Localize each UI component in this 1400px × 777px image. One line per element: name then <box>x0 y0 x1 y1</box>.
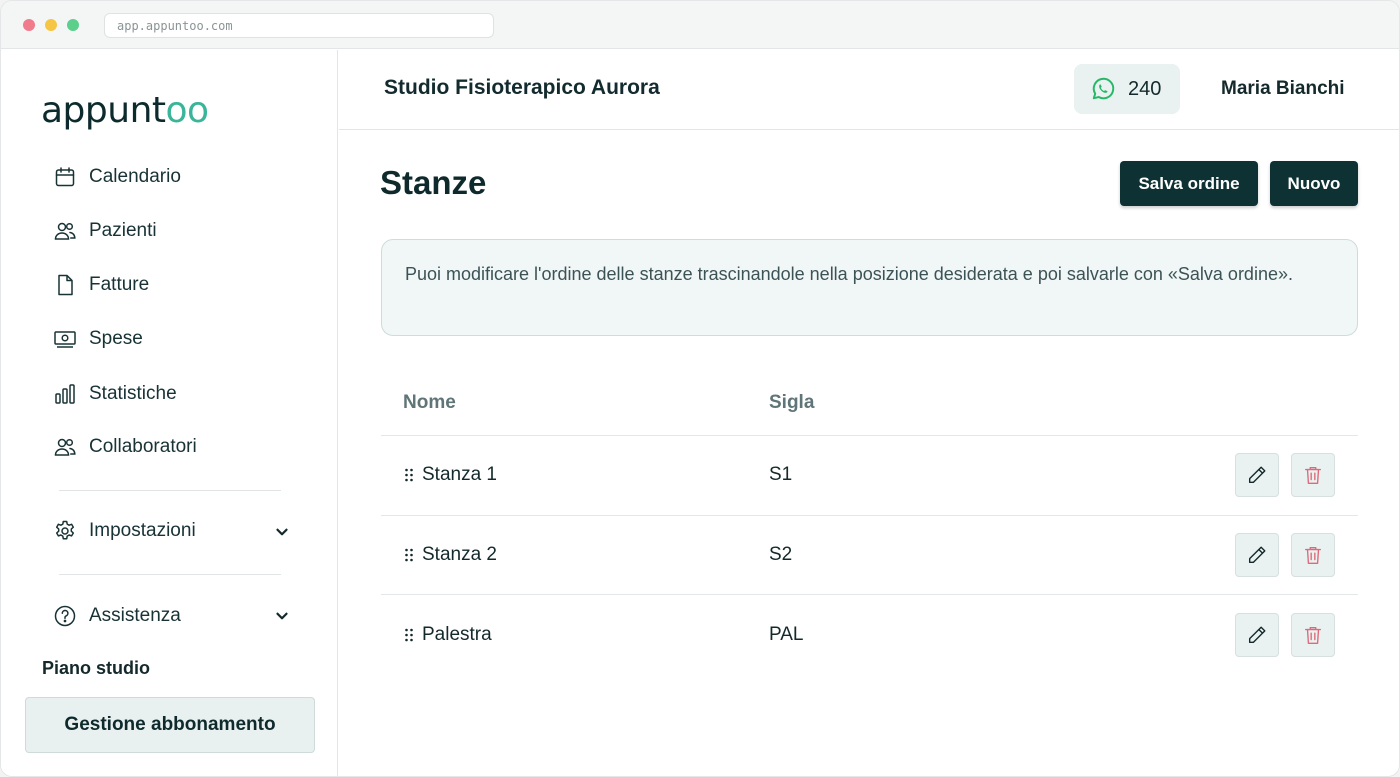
column-header-code[interactable]: Sigla <box>769 392 814 414</box>
logo-accent: oo <box>165 90 210 131</box>
minimize-window-button[interactable] <box>45 19 57 31</box>
room-name: Palestra <box>422 624 492 645</box>
chevron-down-icon[interactable] <box>273 523 291 541</box>
manage-subscription-button[interactable]: Gestione abbonamento <box>25 697 315 753</box>
address-bar[interactable]: app.appuntoo.com <box>104 13 494 38</box>
sidebar-item-label: Calendario <box>89 166 181 187</box>
pencil-icon <box>1248 626 1266 644</box>
table-divider <box>381 515 1358 516</box>
top-header: Studio Fisioterapico Aurora 240 Maria Bi… <box>339 50 1399 130</box>
sidebar-item-label: Impostazioni <box>89 520 196 541</box>
trash-icon <box>1304 626 1322 644</box>
question-circle-icon <box>54 605 76 627</box>
room-code: S1 <box>769 464 793 485</box>
calendar-icon <box>55 167 75 187</box>
new-room-button[interactable]: Nuovo <box>1270 161 1358 206</box>
sidebar-item-label: Statistiche <box>89 383 177 404</box>
whatsapp-count: 240 <box>1128 77 1162 100</box>
trash-icon <box>1304 466 1322 484</box>
sidebar: appuntoo Calendario Pazienti Fatture Spe… <box>1 50 338 776</box>
sidebar-item-label: Assistenza <box>89 605 181 626</box>
maximize-window-button[interactable] <box>67 19 79 31</box>
info-message: Puoi modificare l'ordine delle stanze tr… <box>381 239 1358 336</box>
whatsapp-icon <box>1092 77 1115 100</box>
sidebar-item-fatture[interactable]: Fatture <box>53 270 149 300</box>
drag-handle-icon[interactable] <box>404 628 414 642</box>
delete-button[interactable] <box>1291 533 1335 577</box>
sidebar-item-label: Collaboratori <box>89 436 197 457</box>
sidebar-item-impostazioni[interactable]: Impostazioni <box>53 516 196 546</box>
users-icon <box>54 438 76 456</box>
delete-button[interactable] <box>1291 613 1335 657</box>
room-code: PAL <box>769 624 804 645</box>
page-title: Stanze <box>380 164 487 201</box>
browser-titlebar: app.appuntoo.com <box>1 1 1399 49</box>
room-name: Stanza 1 <box>422 464 497 485</box>
logo-text: appunt <box>41 90 166 131</box>
sidebar-divider <box>59 574 281 575</box>
edit-button[interactable] <box>1235 533 1279 577</box>
trash-icon <box>1304 546 1322 564</box>
users-icon <box>54 222 76 240</box>
pencil-icon <box>1248 546 1266 564</box>
plan-label: Piano studio <box>42 658 150 678</box>
studio-name: Studio Fisioterapico Aurora <box>384 76 660 99</box>
sidebar-item-label: Pazienti <box>89 220 157 241</box>
sidebar-item-statistiche[interactable]: Statistiche <box>53 379 177 409</box>
table-divider <box>381 594 1358 595</box>
chevron-down-icon[interactable] <box>273 607 291 625</box>
delete-button[interactable] <box>1291 453 1335 497</box>
table-divider <box>381 435 1358 436</box>
edit-button[interactable] <box>1235 453 1279 497</box>
drag-handle-icon[interactable] <box>404 548 414 562</box>
drag-handle-icon[interactable] <box>404 468 414 482</box>
sidebar-item-calendario[interactable]: Calendario <box>53 162 181 192</box>
appuntoo-logo[interactable]: appuntoo <box>41 90 209 131</box>
sidebar-item-label: Fatture <box>89 274 150 295</box>
sidebar-item-collaboratori[interactable]: Collaboratori <box>53 432 197 462</box>
sidebar-item-assistenza[interactable]: Assistenza <box>53 601 181 631</box>
pencil-icon <box>1248 466 1266 484</box>
sidebar-item-label: Spese <box>89 328 143 349</box>
bar-chart-icon <box>55 384 75 404</box>
browser-window: app.appuntoo.com appuntoo Calendario Paz… <box>0 0 1400 777</box>
column-header-name[interactable]: Nome <box>403 392 456 414</box>
close-window-button[interactable] <box>23 19 35 31</box>
sidebar-item-spese[interactable]: Spese <box>53 324 143 354</box>
save-order-button[interactable]: Salva ordine <box>1120 161 1258 206</box>
gear-icon <box>55 520 75 540</box>
sidebar-item-pazienti[interactable]: Pazienti <box>53 216 157 246</box>
room-name: Stanza 2 <box>422 544 497 565</box>
edit-button[interactable] <box>1235 613 1279 657</box>
sidebar-divider <box>59 490 281 491</box>
room-code: S2 <box>769 544 793 565</box>
document-icon <box>58 274 73 296</box>
user-menu[interactable]: Maria Bianchi <box>1221 78 1345 100</box>
whatsapp-credits-badge[interactable]: 240 <box>1074 64 1180 114</box>
banknote-icon <box>54 331 76 348</box>
